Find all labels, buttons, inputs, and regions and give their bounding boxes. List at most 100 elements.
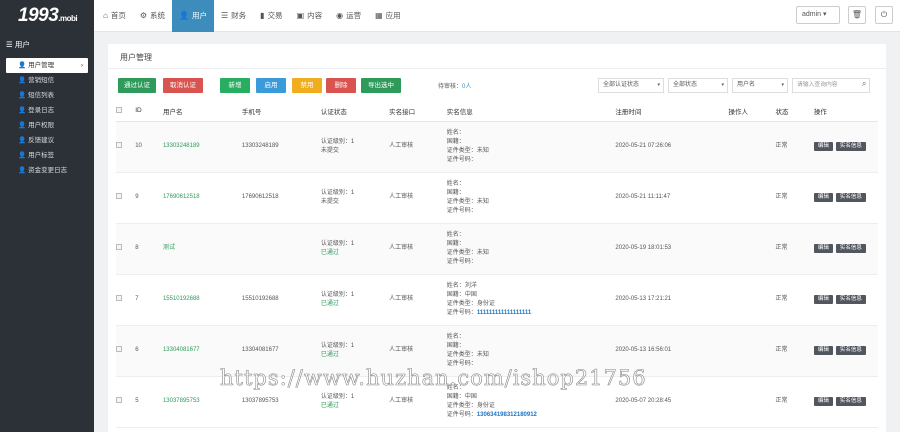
row-checkbox-cell[interactable]: [116, 274, 136, 326]
action-button-1[interactable]: 取消认证: [163, 78, 203, 93]
row-checkbox[interactable]: [116, 396, 122, 403]
status-cell: 正常: [775, 121, 814, 173]
phone-cell: [241, 223, 321, 275]
row-checkbox[interactable]: [116, 192, 122, 199]
nav-item-label: 内容: [307, 11, 323, 20]
caret-down-icon: ▾: [823, 11, 827, 18]
nav-item-6[interactable]: ◉ 运营: [329, 0, 368, 32]
realname-info-button[interactable]: 实名信息: [835, 244, 866, 253]
info-label: 姓名：: [446, 180, 465, 187]
search-icon[interactable]: ⌕: [862, 79, 866, 89]
auth-level-value: 1: [350, 189, 355, 196]
edit-button[interactable]: 编辑: [813, 244, 833, 253]
trash-icon[interactable]: 🗑: [848, 6, 866, 24]
edit-button[interactable]: 编辑: [813, 193, 833, 202]
auth-level-label: 认证级别：: [320, 240, 351, 247]
auth-status: 未提交: [320, 198, 339, 205]
row-checkbox[interactable]: [116, 345, 122, 352]
realname-info-button[interactable]: 实名信息: [835, 397, 866, 406]
admin-dropdown[interactable]: admin ▾: [796, 6, 840, 24]
nav-item-7[interactable]: ▦ 应用: [368, 0, 408, 32]
username-link[interactable]: 17690612518: [163, 194, 200, 200]
status-select[interactable]: 全部状态 ▾: [668, 78, 728, 93]
auth-status-select[interactable]: 全部认证状态 ▾: [598, 78, 664, 93]
row-checkbox-cell[interactable]: [116, 223, 136, 275]
nav-item-1[interactable]: ⚙ 系统: [133, 0, 172, 32]
info-value: 130634198312180912: [476, 411, 537, 418]
menu-icon: ☰: [6, 40, 13, 49]
sidebar-item-7[interactable]: 👤 资金变更日志: [0, 163, 94, 178]
nav-item-5[interactable]: ▣ 内容: [290, 0, 330, 32]
username-link[interactable]: 15510192688: [163, 296, 200, 302]
row-checkbox[interactable]: [116, 294, 122, 301]
sidebar-item-5[interactable]: 👤 反馈建议: [0, 133, 94, 148]
row-checkbox-cell[interactable]: [116, 376, 136, 428]
row-checkbox[interactable]: [116, 141, 122, 148]
sidebar-item-6[interactable]: 👤 用户标签: [0, 148, 94, 163]
info-label: 证件类型：: [446, 351, 477, 358]
interface-cell: 人工审核: [389, 223, 447, 275]
sidebar-item-1[interactable]: 👤 营销短信: [0, 73, 94, 88]
nav-item-4[interactable]: ▮ 交易: [253, 0, 289, 32]
info-value: 刘洋: [464, 282, 477, 289]
sidebar-item-4[interactable]: 👤 用户权限: [0, 118, 94, 133]
realname-info-button[interactable]: 实名信息: [835, 142, 866, 151]
logout-icon[interactable]: ⏻: [875, 6, 893, 24]
realname-info-button[interactable]: 实名信息: [835, 295, 866, 304]
username-link[interactable]: 测试: [163, 245, 175, 251]
sidebar-item-label: 营销短信: [28, 77, 55, 84]
register-time: 2020-05-13 16:56:01: [615, 347, 672, 353]
realname-info-button[interactable]: 实名信息: [835, 193, 866, 202]
realname-info-cell: 姓名： 国籍： 证件类型：未知 证件号码：: [446, 121, 616, 173]
info-line: 姓名：: [447, 333, 616, 342]
action-button-3[interactable]: 启用: [256, 78, 286, 93]
select-all-checkbox[interactable]: [116, 101, 136, 122]
sidebar-item-2[interactable]: 👤 短信列表: [0, 88, 94, 103]
row-checkbox-cell[interactable]: [116, 172, 136, 224]
nav-item-0[interactable]: ⌂ 首页: [96, 0, 133, 32]
column-header: ID: [135, 101, 163, 122]
sidebar-item-0[interactable]: 👤 用户管理 ›: [6, 58, 88, 73]
column-header: 用户名: [162, 101, 242, 122]
nav-item-3[interactable]: ☰ 财务: [214, 0, 253, 32]
edit-button[interactable]: 编辑: [813, 142, 833, 151]
logo[interactable]: 1993.mobi: [0, 0, 94, 32]
info-label: 国籍：: [446, 240, 465, 247]
search-input[interactable]: 请输入查询内容: [792, 78, 870, 93]
column-header: 认证状态: [320, 101, 390, 122]
username-link[interactable]: 13303248189: [163, 143, 200, 149]
sidebar-item-3[interactable]: 👤 登录日志: [0, 103, 94, 118]
info-label: 姓名：: [446, 231, 465, 238]
row-checkbox[interactable]: [116, 243, 122, 250]
action-button-2[interactable]: 新增: [220, 78, 250, 93]
register-time-cell: 2020-05-13 17:21:21: [615, 274, 729, 326]
action-button-4[interactable]: 禁用: [292, 78, 322, 93]
realname-info-button[interactable]: 实名信息: [835, 346, 866, 355]
auth-status: 已通过: [320, 351, 339, 358]
action-button-5[interactable]: 删除: [326, 78, 356, 93]
action-button-6[interactable]: 导出选中: [361, 78, 401, 93]
nav-item-label: 用户: [191, 11, 207, 20]
row-checkbox-cell[interactable]: [116, 325, 136, 377]
edit-button[interactable]: 编辑: [813, 295, 833, 304]
phone: 13037895753: [241, 398, 279, 404]
operator-cell: [728, 274, 776, 326]
checkbox[interactable]: [116, 106, 122, 113]
edit-button[interactable]: 编辑: [813, 346, 833, 355]
info-label: 国籍：: [446, 342, 465, 349]
phone: 17690612518: [241, 194, 279, 200]
auth-level-value: 1: [350, 291, 355, 298]
row-checkbox-cell[interactable]: [116, 121, 136, 173]
nav-item-2[interactable]: 👤 用户: [172, 0, 214, 32]
field-select[interactable]: 用户名 ▾: [732, 78, 788, 93]
info-line: 证件号码：: [447, 207, 616, 216]
info-line: 国籍：中国: [447, 291, 616, 300]
username-link[interactable]: 13304081677: [163, 347, 200, 353]
username-link[interactable]: 13037895753: [163, 398, 200, 404]
status-cell: 正常: [775, 274, 814, 326]
sidebar-header: ☰ 用户: [6, 40, 30, 49]
action-button-0[interactable]: 通过认证: [118, 78, 156, 93]
edit-button[interactable]: 编辑: [813, 397, 833, 406]
interface-cell: 人工审核: [389, 121, 447, 173]
status-text: 正常: [775, 143, 788, 149]
